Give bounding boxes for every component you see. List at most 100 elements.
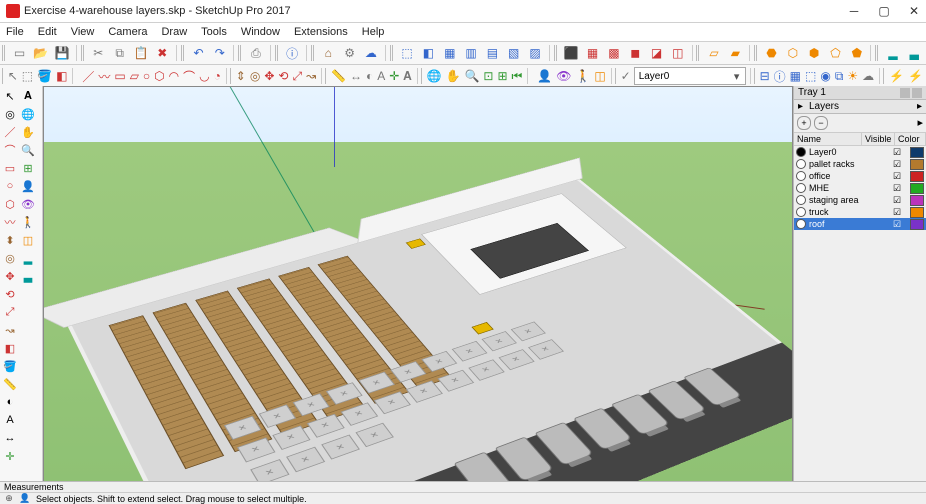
warehouse-icon[interactable]: ⌂ xyxy=(319,43,338,63)
scale-icon[interactable]: ⤢ xyxy=(291,66,303,86)
sandbox-2-icon[interactable]: ▃ xyxy=(905,43,924,63)
monochrome-icon[interactable]: ◫ xyxy=(668,43,687,63)
camera-front-icon[interactable]: ▥ xyxy=(461,43,480,63)
tray-close-icon[interactable] xyxy=(912,88,922,98)
camera-standard-icon[interactable]: ⬚ xyxy=(397,43,416,63)
layer-current-radio[interactable] xyxy=(796,171,806,181)
3dtext-icon[interactable]: 𝐀 xyxy=(402,66,412,86)
shadows-icon[interactable]: ☀ xyxy=(846,66,859,86)
eraser-icon[interactable]: ◧ xyxy=(55,66,68,86)
lasso-icon[interactable]: ◎ xyxy=(2,106,18,122)
current-layer-input[interactable] xyxy=(637,70,731,83)
credits-icon[interactable]: 👤 xyxy=(20,494,30,504)
model-info-icon[interactable]: ⓘ xyxy=(282,43,301,63)
line-tool-icon[interactable]: ／ xyxy=(2,124,18,140)
orbit-tool-icon[interactable]: 🌐 xyxy=(20,106,36,122)
layer-row[interactable]: pallet racks☑ xyxy=(794,158,926,170)
menu-draw[interactable]: Draw xyxy=(159,25,189,39)
layer-color-swatch[interactable] xyxy=(910,183,924,194)
expand-icon[interactable]: ▸ xyxy=(798,101,806,112)
3dtext-tool-icon[interactable]: 𝐀 xyxy=(20,88,36,104)
outliner-icon[interactable]: ⊟ xyxy=(759,66,771,86)
layer-visible-checkbox[interactable]: ☑ xyxy=(884,171,910,182)
open-icon[interactable]: 📂 xyxy=(31,43,50,63)
look-around-icon[interactable]: 👁 xyxy=(555,66,572,86)
polygon-icon[interactable]: ⬡ xyxy=(153,66,165,86)
layer-current-radio[interactable] xyxy=(796,195,806,205)
dynamic-1-icon[interactable]: ⚡ xyxy=(888,66,905,86)
close-button[interactable]: ✕ xyxy=(908,5,920,17)
tray-title-bar[interactable]: Tray 1 xyxy=(794,86,926,100)
pie-icon[interactable]: ◔ xyxy=(213,66,222,86)
styles-icon[interactable]: ◉ xyxy=(819,66,831,86)
extensions-icon[interactable]: ⚙ xyxy=(340,43,359,63)
wireframe-icon[interactable]: ▦ xyxy=(583,43,602,63)
camera-iso-icon[interactable]: ◧ xyxy=(419,43,438,63)
sandbox-tool1-icon[interactable]: ▂ xyxy=(20,250,36,266)
dimension-icon[interactable]: ↔ xyxy=(349,66,363,86)
layer-visible-checkbox[interactable]: ☑ xyxy=(884,219,910,230)
camera-top-icon[interactable]: ▦ xyxy=(440,43,459,63)
components-icon[interactable]: ⬚ xyxy=(804,66,817,86)
layer-visible-checkbox[interactable]: ☑ xyxy=(884,147,910,158)
back-edges-icon[interactable]: ▰ xyxy=(726,43,745,63)
scenes-icon[interactable]: ⧉ xyxy=(834,66,845,86)
delete-layer-button[interactable]: − xyxy=(814,116,828,130)
menu-camera[interactable]: Camera xyxy=(106,25,149,39)
layer-color-swatch[interactable] xyxy=(910,171,924,182)
rotated-rect-icon[interactable]: ▱ xyxy=(129,66,140,86)
layer-visible-checkbox[interactable]: ☑ xyxy=(884,207,910,218)
polygon-tool-icon[interactable]: ⬡ xyxy=(2,196,18,212)
rotate-tool-icon[interactable]: ⟲ xyxy=(2,286,18,302)
layer-visible-checkbox[interactable]: ☑ xyxy=(884,183,910,194)
dynamic-2-icon[interactable]: ⚡ xyxy=(907,66,924,86)
line-icon[interactable]: ／ xyxy=(81,66,95,86)
camera-left-icon[interactable]: ▨ xyxy=(525,43,544,63)
layer-current-radio[interactable] xyxy=(796,147,806,157)
orbit-icon[interactable]: 🌐 xyxy=(426,66,443,86)
freehand-icon[interactable]: 〰 xyxy=(97,66,111,86)
menu-view[interactable]: View xyxy=(69,25,97,39)
dimension-tool-icon[interactable]: ↔ xyxy=(2,430,18,446)
previous-icon[interactable]: ⏮ xyxy=(511,66,524,86)
offset-tool-icon[interactable]: ◎ xyxy=(2,250,18,266)
pan-tool-icon[interactable]: ✋ xyxy=(20,124,36,140)
text-icon[interactable]: A xyxy=(376,66,386,86)
tape-tool-icon[interactable]: 📏 xyxy=(2,376,18,392)
zoom-icon[interactable]: 🔍 xyxy=(463,66,480,86)
pushpull-tool-icon[interactable]: ⬍ xyxy=(2,232,18,248)
layer-visibility-icon[interactable]: ✓ xyxy=(620,66,632,86)
layer-row[interactable]: MHE☑ xyxy=(794,182,926,194)
maximize-button[interactable]: ▢ xyxy=(878,5,890,17)
freehand-tool-icon[interactable]: 〰 xyxy=(2,214,18,230)
layer-row[interactable]: office☑ xyxy=(794,170,926,182)
cut-icon[interactable]: ✂ xyxy=(89,43,108,63)
eraser-tool-icon[interactable]: ◧ xyxy=(2,340,18,356)
move-tool-icon[interactable]: ✥ xyxy=(2,268,18,284)
section-icon[interactable]: ◫ xyxy=(593,66,606,86)
minimize-button[interactable]: ─ xyxy=(848,5,860,17)
delete-icon[interactable]: ✖ xyxy=(153,43,172,63)
select-tool-icon[interactable]: ↖ xyxy=(2,88,18,104)
paint-tool-icon[interactable]: 🪣 xyxy=(2,358,18,374)
paste-icon[interactable]: 📋 xyxy=(131,43,150,63)
col-header-color[interactable]: Color xyxy=(895,133,926,145)
menu-extensions[interactable]: Extensions xyxy=(292,25,350,39)
offset-icon[interactable]: ◎ xyxy=(249,66,261,86)
followme-icon[interactable]: ↝ xyxy=(305,66,317,86)
sandbox-tool2-icon[interactable]: ▃ xyxy=(20,268,36,284)
move-icon[interactable]: ✥ xyxy=(263,66,275,86)
entity-info-icon[interactable]: ⓘ xyxy=(773,66,787,86)
sandbox-1-icon[interactable]: ▂ xyxy=(883,43,902,63)
layer-current-radio[interactable] xyxy=(796,183,806,193)
print-icon[interactable]: ⎙ xyxy=(246,43,265,63)
tray-pin-icon[interactable] xyxy=(900,88,910,98)
new-icon[interactable]: ▭ xyxy=(10,43,29,63)
solid-split-icon[interactable]: ⬟ xyxy=(847,43,866,63)
menu-tools[interactable]: Tools xyxy=(199,25,229,39)
shaded-icon[interactable]: ◼ xyxy=(626,43,645,63)
camera-back-icon[interactable]: ▧ xyxy=(504,43,523,63)
zoom-extents-icon[interactable]: ⊞ xyxy=(496,66,508,86)
circle-icon[interactable]: ○ xyxy=(142,66,151,86)
layer-visible-checkbox[interactable]: ☑ xyxy=(884,195,910,206)
